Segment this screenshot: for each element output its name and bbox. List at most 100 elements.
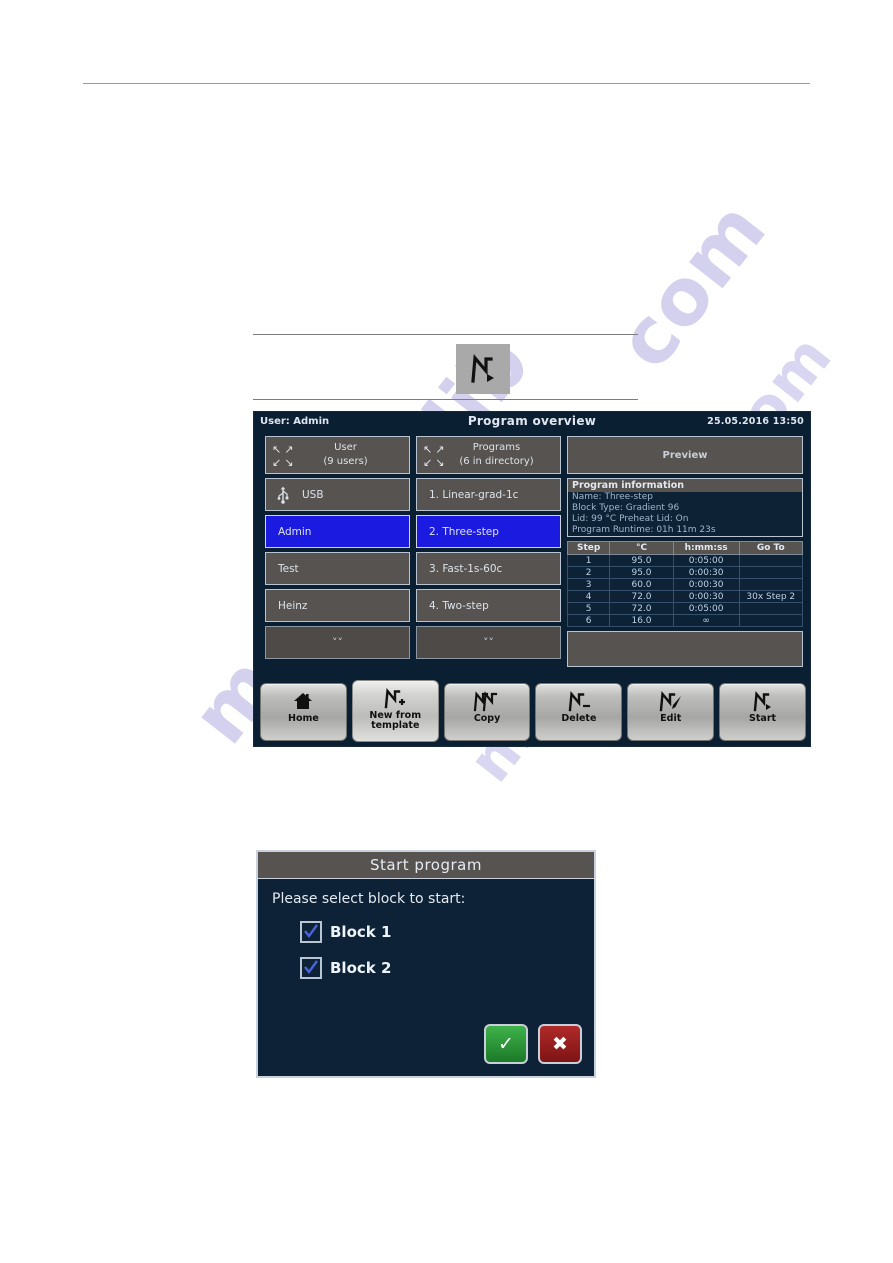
list-item-label: Heinz [278,599,308,612]
column-header-step: Step [566,541,611,555]
checkmark-icon [304,924,318,938]
page-top-rule [83,83,810,84]
icon-figure-table [253,334,638,400]
list-item-label: 1. Linear-grad-1c [429,488,519,501]
programs-list-scroll-down-button[interactable]: ˅˅ [416,626,561,659]
program-information-panel: Program information Name: Three-step Blo… [567,478,803,537]
program-information-header: Program information [568,479,802,492]
column-header-duration: h:mm:ss [672,541,740,555]
program-info-lid: Lid: 99 °C Preheat Lid: On [572,514,689,524]
list-item-label: 2. Three-step [429,525,499,538]
home-icon [293,688,313,714]
checkmark-icon [304,960,318,974]
copy-icon [472,688,502,714]
cell-goto [738,578,804,591]
cell-temperature: 95.0 [609,554,674,567]
column-header-goto: Go To [738,541,804,555]
preview-label: Preview [662,449,708,461]
delete-icon [565,688,593,714]
screen-titlebar: User: Admin Program overview 25.05.2016 … [254,412,810,430]
delete-button[interactable]: Delete [535,683,623,741]
chevron-down-icon: ˅˅ [332,636,343,649]
programs-column: ↖↗ ↙↘ Programs (6 in directory) 1. Linear… [416,436,561,659]
start-label: Start [749,713,777,724]
table-row[interactable]: 5 72.0 0:05:00 [566,602,804,615]
edit-icon [657,688,685,714]
table-row[interactable]: 4 72.0 0:00:30 30x Step 2 [566,590,804,603]
copy-button[interactable]: Copy [443,683,531,741]
cell-duration: 0:05:00 [672,554,740,567]
cell-step: 3 [566,578,611,591]
program-steps-table: Step °C h:mm:ss Go To 1 95.0 0:05:00 2 9… [566,541,804,627]
start-icon [750,688,776,714]
cancel-button[interactable]: ✖ [538,1024,582,1064]
confirm-button[interactable]: ✓ [484,1024,528,1064]
checkbox-block-2[interactable] [300,957,322,979]
cell-duration: 0:00:30 [672,590,740,603]
preview-button[interactable]: Preview [567,436,803,474]
user-list-scroll-down-button[interactable]: ˅˅ [265,626,410,659]
device-screenshot: User: Admin Program overview 25.05.2016 … [253,411,811,747]
new-from-template-button[interactable]: New from template [351,680,439,742]
list-item-label: USB [302,488,324,501]
list-item-admin[interactable]: Admin [265,515,410,548]
cell-temperature: 60.0 [609,578,674,591]
copy-label: Copy [473,713,501,724]
table-row[interactable]: 2 95.0 0:00:30 [566,566,804,579]
user-column-header[interactable]: ↖↗ ↙↘ User (9 users) [265,436,410,474]
table-row[interactable]: 1 95.0 0:05:00 [566,554,804,567]
cell-temperature: 72.0 [609,602,674,615]
cell-goto [738,566,804,579]
checkbox-row-block-2[interactable]: Block 2 [300,957,594,979]
cell-duration: 0:00:30 [672,578,740,591]
list-item-program-3[interactable]: 3. Fast-1s-60c [416,552,561,585]
cell-step: 5 [566,602,611,615]
list-item-program-1[interactable]: 1. Linear-grad-1c [416,478,561,511]
checkmark-icon: ✓ [498,1033,514,1055]
cell-step: 2 [566,566,611,579]
checkbox-block-1[interactable] [300,921,322,943]
start-program-icon [456,344,510,394]
list-item-label: 4. Two-step [429,599,489,612]
new-from-template-icon [381,685,409,711]
preview-column: Preview Program information Name: Three-… [566,436,804,667]
home-label: Home [288,713,319,724]
expand-arrows-icon: ↖↗ ↙↘ [272,443,297,469]
chevron-down-icon: ˅˅ [483,636,494,649]
list-item-usb[interactable]: USB [265,478,410,511]
cell-step: 6 [566,614,611,627]
cell-duration: 0:05:00 [672,602,740,615]
expand-arrows-icon: ↖↗ ↙↘ [423,443,448,469]
cell-temperature: 72.0 [609,590,674,603]
list-item-program-4[interactable]: 4. Two-step [416,589,561,622]
cell-goto [738,554,804,567]
programs-column-header[interactable]: ↖↗ ↙↘ Programs (6 in directory) [416,436,561,474]
edit-button[interactable]: Edit [627,683,715,741]
list-item-heinz[interactable]: Heinz [265,589,410,622]
list-item-label: 3. Fast-1s-60c [429,562,503,575]
table-row[interactable]: 3 60.0 0:00:30 [566,578,804,591]
cell-goto: 30x Step 2 [738,590,804,603]
cell-goto [738,602,804,615]
cell-duration: 0:00:30 [672,566,740,579]
list-item-label: Admin [278,525,312,538]
cell-step: 4 [566,590,611,603]
home-button[interactable]: Home [260,683,347,741]
dialog-actions: ✓ ✖ [484,1024,582,1064]
cell-goto [738,614,804,627]
checkbox-row-block-1[interactable]: Block 1 [300,921,594,943]
program-info-name: Name: Three-step [572,492,653,502]
empty-info-panel [567,631,803,667]
list-item-program-2[interactable]: 2. Three-step [416,515,561,548]
start-program-dialog: Start program Please select block to sta… [256,850,596,1078]
program-info-runtime: Program Runtime: 01h 11m 23s [572,525,716,535]
cell-temperature: 95.0 [609,566,674,579]
cell-duration: ∞ [672,614,740,627]
list-item-test[interactable]: Test [265,552,410,585]
close-icon: ✖ [552,1033,568,1055]
start-button[interactable]: Start [719,683,806,741]
new-from-template-label: New from template [369,710,422,731]
table-row[interactable]: 6 16.0 ∞ [566,614,804,627]
dialog-title: Start program [258,852,594,879]
dialog-prompt: Please select block to start: [272,891,466,907]
